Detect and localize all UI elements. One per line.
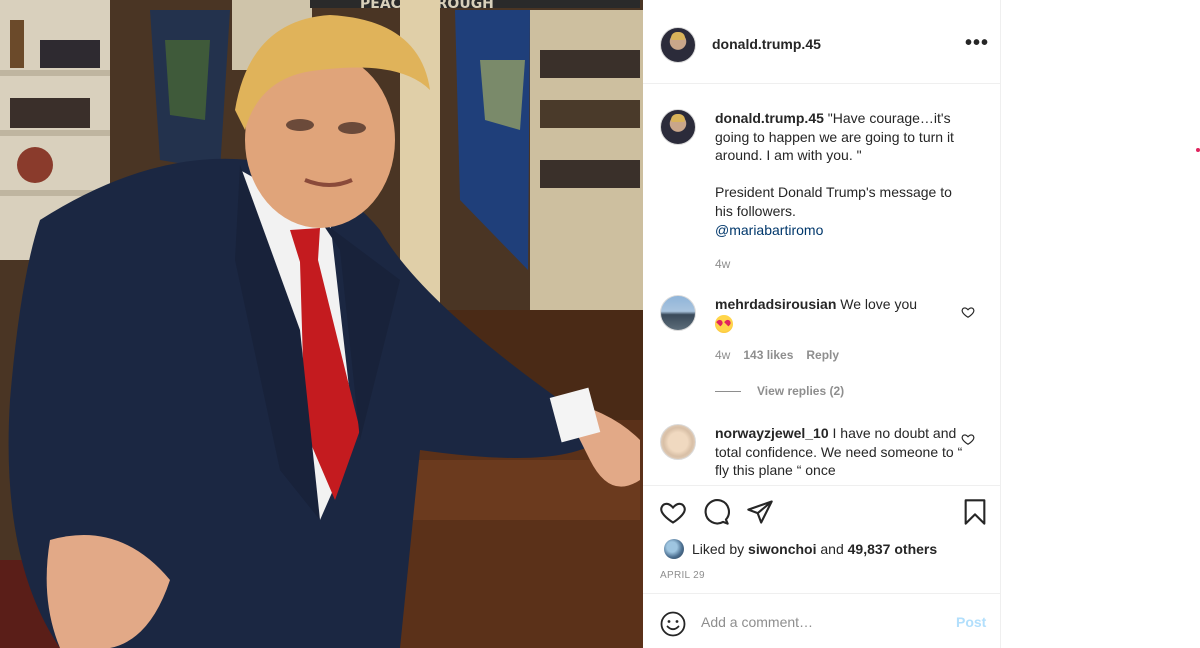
post-date[interactable]: APRIL 29 [660, 570, 705, 581]
comment-likes[interactable]: 143 likes [743, 348, 793, 362]
comment-body: We love you [840, 296, 918, 312]
caption-mention[interactable]: @mariabartiromo [715, 222, 823, 238]
caption-text: donald.trump.45 "Have courage…it's going… [715, 109, 970, 239]
comment-input[interactable] [701, 610, 941, 634]
liked-by-others[interactable]: 49,837 others [848, 541, 938, 557]
replies-divider [715, 390, 741, 392]
comment-time[interactable]: 4w [715, 348, 730, 362]
like-heart-icon[interactable] [659, 498, 687, 526]
view-replies-label: View replies (2) [757, 384, 845, 398]
comment-text: mehrdadsirousian We love you [715, 295, 970, 333]
commenter-username[interactable]: norwayzjewel_10 [715, 425, 829, 441]
edge-marker [1196, 148, 1200, 152]
commenter-avatar[interactable] [660, 295, 696, 331]
post-photo[interactable]: PEACE THROUGH [0, 0, 643, 648]
heart-eyes-emoji-icon [715, 314, 733, 333]
like-comment-heart-icon[interactable] [961, 432, 975, 446]
post-actions: Liked by siwonchoi and 49,837 others APR… [643, 485, 1001, 593]
photo-illustration: PEACE THROUGH [0, 0, 643, 648]
caption-line2: President Donald Trump's message to his … [715, 184, 952, 219]
add-comment-bar: Post [643, 593, 1001, 648]
reply-button[interactable]: Reply [806, 348, 839, 362]
emoji-smile-icon[interactable] [660, 611, 686, 637]
comment-text: norwayzjewel_10 I have no doubt and tota… [715, 424, 970, 480]
caption-time[interactable]: 4w [715, 257, 730, 271]
more-options-icon[interactable]: ••• [965, 33, 989, 56]
share-paper-plane-icon[interactable] [746, 498, 774, 526]
liked-by-and: and [820, 541, 844, 557]
post-header: donald.trump.45 ••• [643, 0, 1001, 84]
commenter-username[interactable]: mehrdadsirousian [715, 296, 836, 312]
view-replies-button[interactable]: View replies (2) [715, 384, 844, 398]
post-comment-button[interactable]: Post [956, 614, 986, 630]
author-username[interactable]: donald.trump.45 [712, 36, 821, 52]
liker-avatar[interactable] [664, 539, 684, 559]
liked-by-prefix: Liked by [692, 541, 745, 557]
comment-meta: 4w 143 likes Reply [715, 348, 839, 362]
liked-by-user[interactable]: siwonchoi [748, 541, 816, 557]
liked-by-summary: Liked by siwonchoi and 49,837 others [664, 539, 937, 559]
caption-username[interactable]: donald.trump.45 [715, 110, 824, 126]
save-bookmark-icon[interactable] [961, 498, 989, 526]
caption-meta: 4w [715, 257, 730, 271]
author-avatar[interactable] [660, 27, 696, 63]
comments-list: donald.trump.45 "Have courage…it's going… [643, 85, 1001, 485]
commenter-avatar[interactable] [660, 424, 696, 460]
post-side-panel: donald.trump.45 ••• donald.trump.45 "Hav… [643, 0, 1001, 648]
comment-bubble-icon[interactable] [702, 498, 730, 526]
like-comment-heart-icon[interactable] [961, 305, 975, 319]
caption-avatar[interactable] [660, 109, 696, 145]
